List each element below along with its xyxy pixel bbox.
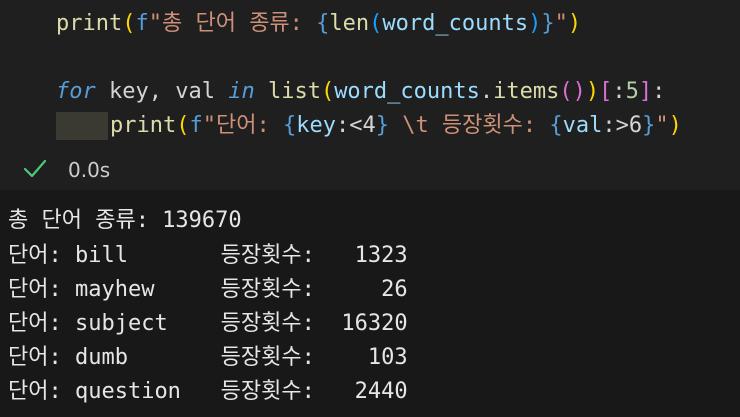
code-token: ) <box>585 79 600 104</box>
code-token: } <box>541 11 555 36</box>
code-token: f <box>189 113 203 138</box>
code-token: : <box>652 79 666 104</box>
code-token: } <box>375 113 389 138</box>
cell-status-bar <box>0 150 740 190</box>
code-token: . <box>479 79 494 104</box>
code-token: print <box>56 11 123 36</box>
code-line-2: for key, val in list(word_counts.items()… <box>56 77 665 107</box>
code-token: " <box>554 11 568 36</box>
code-token: in <box>228 79 255 104</box>
code-token: () <box>559 79 586 104</box>
code-token: [ <box>599 79 613 104</box>
output-line: 단어: mayhew 등장횟수: 26 <box>8 277 408 302</box>
code-token: \t 등장횟수: <box>388 113 550 138</box>
code-line-1: print(f"총 단어 종류: {len(word_counts)}") <box>56 9 581 39</box>
code-token: ( <box>320 79 335 104</box>
code-token: ) <box>668 113 682 138</box>
code-token: ( <box>122 11 136 36</box>
code-token: "총 단어 종류: <box>148 11 317 36</box>
code-cell[interactable]: print(f"총 단어 종류: {len(word_counts)}") fo… <box>0 0 740 150</box>
code-token: ] <box>638 79 653 104</box>
indent-guide <box>56 112 108 140</box>
code-token: { <box>282 113 297 138</box>
code-line-3: print(f"단어: {key:<4} \t 등장횟수: {val:>6}") <box>110 111 682 141</box>
code-token: : <box>612 79 626 104</box>
code-token: word_counts <box>334 79 480 104</box>
output-line: 단어: dumb 등장횟수: 103 <box>8 345 408 370</box>
code-token: f <box>135 11 149 36</box>
check-icon <box>23 159 47 178</box>
code-token: ) <box>528 11 542 36</box>
code-token: print <box>110 113 177 138</box>
code-token: :>6 <box>602 113 643 138</box>
code-token: for <box>56 79 96 104</box>
code-token: :<4 <box>335 113 376 138</box>
code-token: " <box>655 113 669 138</box>
code-token: key <box>296 113 336 138</box>
code-token: word_counts <box>382 11 529 36</box>
execution-time: 0.0s <box>68 158 111 182</box>
code-token: items <box>493 79 560 104</box>
code-token: ( <box>369 11 383 36</box>
code-token: list <box>267 79 321 104</box>
code-token: ( <box>176 113 190 138</box>
code-token: key, val <box>95 79 229 104</box>
code-token: { <box>549 113 563 138</box>
cell-output: 총 단어 종류: 139670 단어: bill 등장횟수: 1323 단어: … <box>0 190 740 417</box>
output-line: 단어: subject 등장횟수: 16320 <box>8 311 408 336</box>
code-token: len <box>329 11 370 36</box>
output-line: 총 단어 종류: 139670 <box>8 208 242 233</box>
code-token: ) <box>567 11 582 36</box>
code-token: val <box>562 113 603 138</box>
code-token: 5 <box>625 79 639 104</box>
code-token: { <box>316 11 330 36</box>
output-line: 단어: bill 등장횟수: 1323 <box>8 243 408 268</box>
code-token: "단어: <box>202 113 283 138</box>
notebook-view: print(f"총 단어 종류: {len(word_counts)}") fo… <box>0 0 740 417</box>
output-line: 단어: question 등장횟수: 2440 <box>8 379 408 404</box>
code-token: } <box>642 113 656 138</box>
